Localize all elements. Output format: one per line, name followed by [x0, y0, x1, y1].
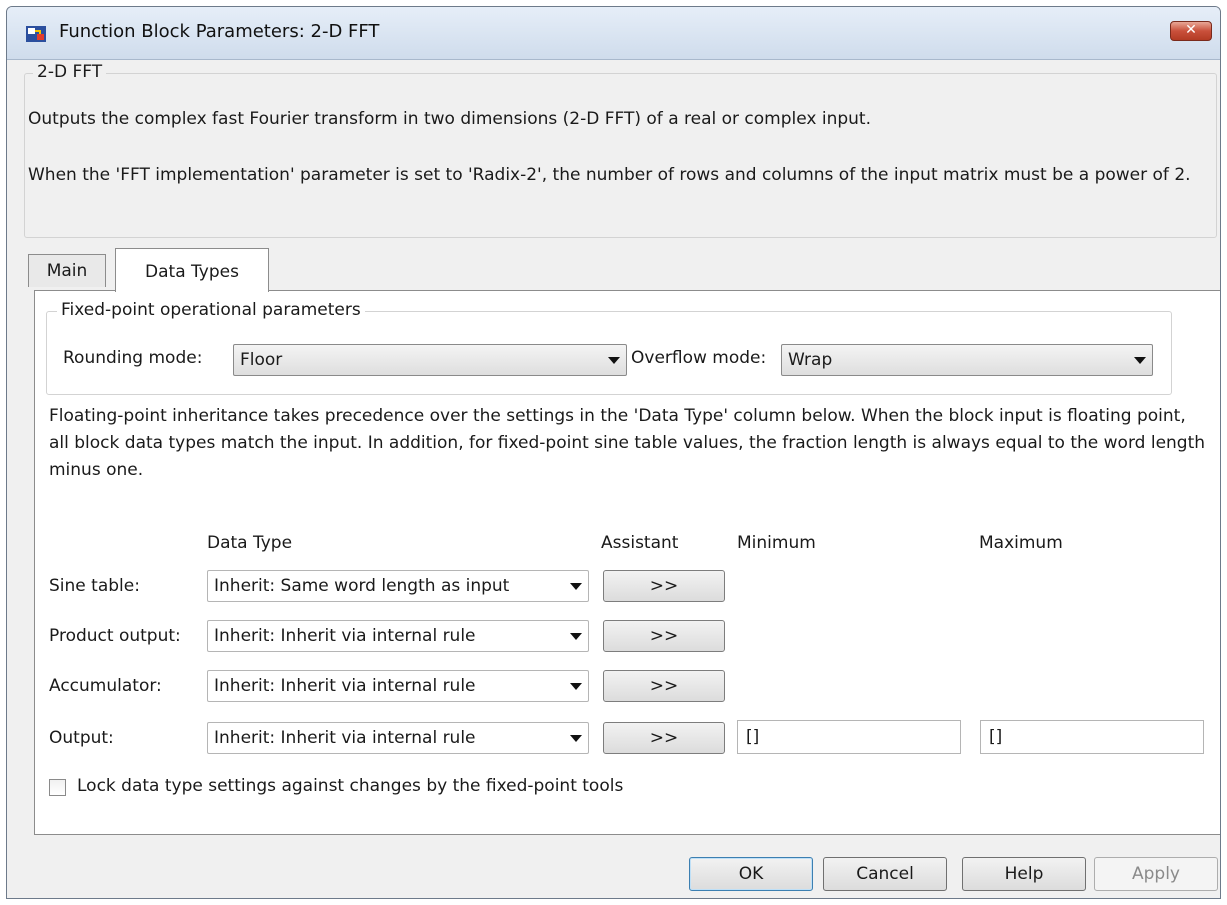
product-output-label: Product output:	[49, 626, 181, 646]
apply-button[interactable]: Apply	[1094, 857, 1218, 891]
cancel-button[interactable]: Cancel	[823, 857, 947, 891]
accumulator-assistant-button[interactable]: >>	[603, 670, 725, 702]
fixed-point-params-group: Fixed-point operational parameters Round…	[46, 300, 1172, 395]
floating-point-inheritance-note: Floating-point inheritance takes precede…	[49, 406, 1206, 480]
sine-table-data-type-value: Inherit: Same word length as input	[214, 576, 510, 596]
block-description-group: 2-D FFT	[24, 62, 1217, 238]
title-bar: Function Block Parameters: 2-D FFT ✕	[7, 7, 1220, 60]
output-assistant-button[interactable]: >>	[603, 722, 725, 754]
sine-table-data-type-select[interactable]: Inherit: Same word length as input	[207, 570, 589, 602]
close-icon: ✕	[1185, 22, 1197, 38]
overflow-mode-select[interactable]: Wrap	[781, 344, 1153, 376]
help-button[interactable]: Help	[962, 857, 1086, 891]
sine-table-label: Sine table:	[49, 576, 140, 596]
product-output-assistant-button[interactable]: >>	[603, 620, 725, 652]
dropdown-arrow-icon	[570, 683, 582, 690]
output-data-type-value: Inherit: Inherit via internal rule	[214, 728, 476, 748]
data-types-panel: Fixed-point operational parameters Round…	[34, 290, 1220, 835]
output-data-type-select[interactable]: Inherit: Inherit via internal rule	[207, 722, 589, 754]
dropdown-arrow-icon	[570, 735, 582, 742]
close-button[interactable]: ✕	[1170, 21, 1212, 41]
accumulator-data-type-select[interactable]: Inherit: Inherit via internal rule	[207, 670, 589, 702]
output-minimum-field[interactable]: []	[737, 720, 961, 754]
output-label: Output:	[49, 728, 114, 748]
column-header-minimum: Minimum	[737, 533, 816, 553]
tab-data-types[interactable]: Data Types	[115, 248, 269, 292]
dropdown-arrow-icon	[570, 633, 582, 640]
product-output-data-type-select[interactable]: Inherit: Inherit via internal rule	[207, 620, 589, 652]
accumulator-data-type-value: Inherit: Inherit via internal rule	[214, 676, 476, 696]
column-header-maximum: Maximum	[979, 533, 1063, 553]
output-maximum-field[interactable]: []	[980, 720, 1204, 754]
dropdown-arrow-icon	[608, 357, 620, 364]
block-description: Outputs the complex fast Fourier transfo…	[28, 109, 872, 129]
rounding-mode-value: Floor	[240, 350, 283, 370]
tab-main[interactable]: Main	[28, 254, 106, 287]
window-title: Function Block Parameters: 2-D FFT	[59, 21, 380, 42]
overflow-mode-label: Overflow mode:	[631, 348, 767, 368]
column-header-assistant: Assistant	[601, 533, 679, 553]
rounding-mode-label: Rounding mode:	[63, 348, 203, 368]
simulink-app-icon	[26, 26, 46, 42]
dropdown-arrow-icon	[1134, 357, 1146, 364]
rounding-mode-select[interactable]: Floor	[233, 344, 627, 376]
lock-data-type-label: Lock data type settings against changes …	[77, 776, 624, 796]
fixed-point-group-title: Fixed-point operational parameters	[57, 300, 365, 320]
sine-table-assistant-button[interactable]: >>	[603, 570, 725, 602]
dropdown-arrow-icon	[570, 583, 582, 590]
accumulator-label: Accumulator:	[49, 676, 162, 696]
ok-button[interactable]: OK	[689, 857, 813, 891]
block-note: When the 'FFT implementation' parameter …	[28, 165, 1191, 185]
lock-data-type-checkbox[interactable]	[49, 779, 66, 796]
dialog-window: Function Block Parameters: 2-D FFT ✕ 2-D…	[6, 6, 1221, 899]
block-group-title: 2-D FFT	[33, 62, 107, 82]
product-output-data-type-value: Inherit: Inherit via internal rule	[214, 626, 476, 646]
overflow-mode-value: Wrap	[788, 350, 833, 370]
column-header-data-type: Data Type	[207, 533, 293, 553]
